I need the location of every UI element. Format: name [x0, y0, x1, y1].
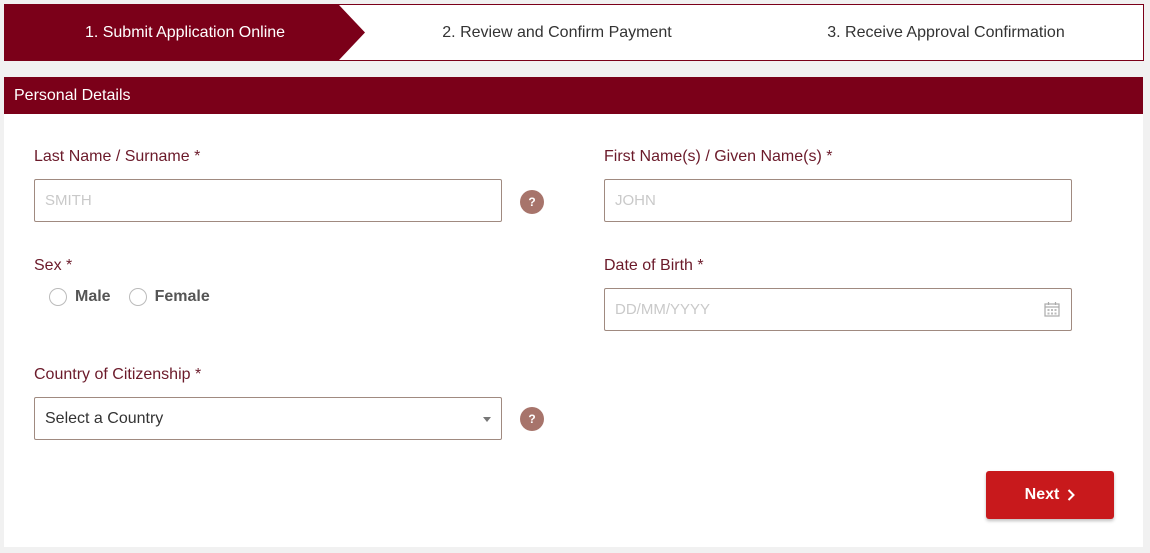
country-select[interactable]: Select a Country: [34, 397, 502, 440]
dob-input[interactable]: [604, 288, 1072, 331]
sex-label: Sex *: [34, 257, 73, 274]
last-name-label: Last Name / Surname *: [34, 148, 201, 165]
country-select-value: Select a Country: [45, 410, 164, 427]
next-button-label: Next: [1024, 486, 1060, 503]
next-button[interactable]: Next: [986, 471, 1114, 519]
male-radio[interactable]: [49, 288, 67, 306]
step-receive-approval: 3. Receive Approval Confirmation: [827, 24, 1065, 41]
sex-radio-group: Male Female: [49, 288, 228, 306]
country-help-icon[interactable]: ?: [520, 407, 544, 431]
calendar-icon[interactable]: [1044, 301, 1060, 317]
first-name-label: First Name(s) / Given Name(s) *: [604, 148, 833, 165]
country-label: Country of Citizenship *: [34, 366, 202, 383]
female-radio[interactable]: [128, 288, 147, 306]
sex-option-female[interactable]: Female: [128, 288, 210, 306]
last-name-help-icon[interactable]: ?: [520, 190, 544, 214]
panel-title: Personal Details: [4, 77, 1143, 114]
last-name-input[interactable]: [34, 179, 502, 222]
personal-details-panel: Personal Details Last Name / Surname * ?…: [4, 77, 1143, 547]
dob-label: Date of Birth *: [604, 257, 704, 274]
chevron-down-icon: [483, 417, 491, 422]
progress-stepper: 1. Submit Application Online 2. Review a…: [4, 4, 1144, 61]
sex-option-male[interactable]: Male: [49, 288, 111, 306]
male-radio-label: Male: [75, 288, 111, 305]
female-radio-label: Female: [154, 288, 210, 305]
first-name-input[interactable]: [604, 179, 1072, 222]
step-submit-application: 1. Submit Application Online: [84, 24, 286, 41]
step-review-payment: 2. Review and Confirm Payment: [442, 24, 672, 41]
dob-field-wrapper: [604, 288, 1072, 331]
chevron-right-icon: [1068, 489, 1076, 501]
